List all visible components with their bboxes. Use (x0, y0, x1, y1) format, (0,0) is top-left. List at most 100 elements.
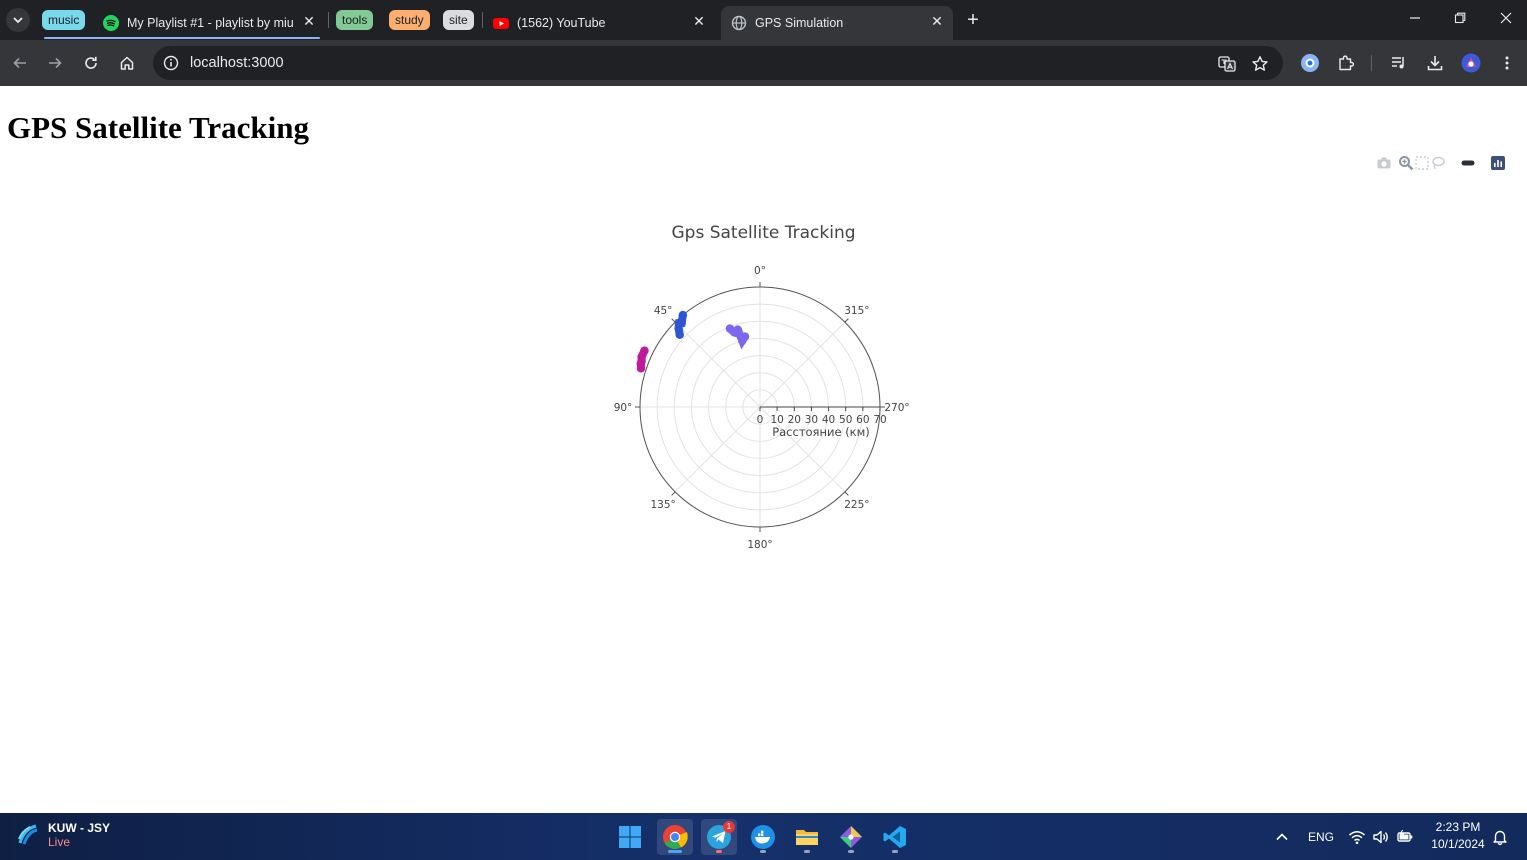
close-tab-icon[interactable]: ✕ (301, 13, 317, 29)
extension-button[interactable] (1298, 51, 1322, 75)
battery-icon[interactable] (1396, 828, 1414, 846)
bookmark-star-icon[interactable] (1251, 55, 1269, 73)
box-select-icon[interactable] (1414, 155, 1430, 171)
tab-group-underline (44, 37, 320, 39)
radial-axis-title: Расстояние (км) (772, 425, 870, 439)
weather-status: Live (48, 835, 71, 849)
home-button[interactable] (115, 51, 139, 75)
close-window-button[interactable] (1494, 8, 1518, 32)
camera-icon[interactable] (1376, 155, 1392, 171)
minimize-icon (1410, 17, 1420, 19)
tab-spotify-playlist[interactable]: My Playlist #1 - playlist by miu | ✕ (95, 6, 325, 40)
tab-title: (1562) YouTube (517, 16, 606, 30)
chevron-down-icon (13, 17, 23, 24)
new-tab-button[interactable]: + (963, 10, 983, 30)
address-bar[interactable]: localhost:3000 (153, 46, 1283, 80)
angular-tick (844, 491, 849, 496)
taskbar-docker[interactable] (745, 819, 781, 855)
browser-toolbar: localhost:3000 (0, 40, 1527, 86)
arrow-right-icon (49, 57, 62, 69)
more-vertical-icon (1505, 56, 1509, 70)
angular-tick-label: 315° (844, 305, 869, 317)
angular-grid-line (759, 321, 846, 408)
radial-tick-label: 70 (873, 414, 886, 426)
tab-title: My Playlist #1 - playlist by miu | (127, 16, 295, 30)
angular-tick-label: 135° (650, 499, 675, 511)
puzzle-icon (1339, 55, 1355, 71)
windows-icon (619, 826, 641, 848)
bell-icon[interactable] (1491, 828, 1509, 846)
taskbar-file-explorer[interactable] (789, 819, 825, 855)
tab-group-music[interactable]: music (42, 10, 86, 30)
tab-separator (482, 12, 483, 28)
angular-tick (844, 318, 849, 323)
taskbar-git-tool[interactable] (833, 819, 869, 855)
angular-tick-label: 0° (754, 265, 766, 277)
wifi-icon[interactable] (1348, 828, 1366, 846)
extensions-button[interactable] (1334, 51, 1358, 75)
weather-widget[interactable]: KUW - JSY Live (16, 821, 110, 849)
taskbar: KUW - JSY Live 1 ENG 2:23 PM 10/1/2024 (0, 813, 1527, 860)
tab-group-tools[interactable]: tools (336, 10, 374, 30)
reload-button[interactable] (79, 51, 103, 75)
language-indicator[interactable]: ENG (1308, 830, 1334, 844)
angular-tick-label: 270° (884, 402, 909, 414)
playlist-music-icon (1392, 57, 1404, 69)
tab-title: GPS Simulation (755, 16, 844, 30)
notification-badge: 1 (723, 821, 735, 833)
tab-strip: music My Playlist #1 - playlist by miu |… (0, 0, 1527, 40)
angular-tick (671, 318, 676, 323)
clock[interactable]: 2:23 PM 10/1/2024 (1426, 820, 1490, 851)
youtube-icon (493, 18, 509, 29)
app-indicator (804, 850, 810, 853)
avatar (1461, 53, 1481, 73)
close-tab-icon[interactable]: ✕ (929, 13, 945, 29)
close-icon (1500, 12, 1512, 24)
restore-button[interactable] (1448, 8, 1472, 32)
tab-separator (328, 12, 329, 28)
translate-icon[interactable] (1218, 55, 1236, 73)
speaker-icon[interactable] (1372, 828, 1390, 846)
address-text[interactable]: localhost:3000 (190, 46, 284, 80)
cricket-icon (18, 824, 38, 845)
taskbar-vscode[interactable] (877, 819, 913, 855)
browser-menu-button[interactable] (1495, 51, 1519, 75)
zoom-icon[interactable] (1398, 155, 1414, 171)
series-trail-3 (636, 346, 649, 373)
close-tab-icon[interactable]: ✕ (691, 13, 707, 29)
home-icon (120, 56, 134, 70)
angular-tick-label: 45° (654, 305, 673, 317)
tab-gps-simulation[interactable]: GPS Simulation ✕ (721, 6, 953, 40)
git-diamond-icon (840, 826, 862, 848)
start-button[interactable] (612, 819, 648, 855)
media-control-button[interactable] (1387, 51, 1411, 75)
angular-tick-label: 225° (844, 499, 869, 511)
app-indicator (760, 850, 766, 853)
forward-button[interactable] (43, 51, 67, 75)
back-button[interactable] (8, 51, 32, 75)
profile-button[interactable] (1459, 51, 1483, 75)
taskbar-telegram[interactable]: 1 (701, 819, 737, 855)
folder-icon (796, 830, 818, 845)
extension-circle-icon (1301, 54, 1319, 72)
plotly-logo-icon[interactable] (1490, 155, 1506, 171)
polar-plot[interactable]: 0°45°90°135°180°225°270°315°0 10 20 30 40 50 6… (590, 254, 950, 554)
site-info-icon[interactable] (163, 55, 179, 71)
arrow-left-icon (13, 57, 26, 69)
plot-modebar (1376, 155, 1512, 171)
page-title: GPS Satellite Tracking (7, 110, 309, 145)
minimize-button[interactable] (1403, 8, 1427, 32)
tab-group-site[interactable]: site (443, 10, 474, 30)
page-viewport: GPS Satellite Tracking Gps Satellite Tra… (0, 86, 1527, 813)
angular-tick (671, 491, 676, 496)
tab-group-study[interactable]: study (389, 10, 430, 30)
tab-youtube[interactable]: (1562) YouTube ✕ (485, 6, 715, 40)
pan-icon[interactable] (1460, 155, 1476, 171)
downloads-button[interactable] (1423, 51, 1447, 75)
taskbar-chrome[interactable] (657, 819, 693, 855)
app-indicator (848, 850, 854, 853)
docker-icon (751, 825, 775, 849)
chevron-up-icon[interactable] (1273, 828, 1291, 846)
tab-search-button[interactable] (6, 8, 30, 32)
lasso-select-icon[interactable] (1430, 155, 1446, 171)
